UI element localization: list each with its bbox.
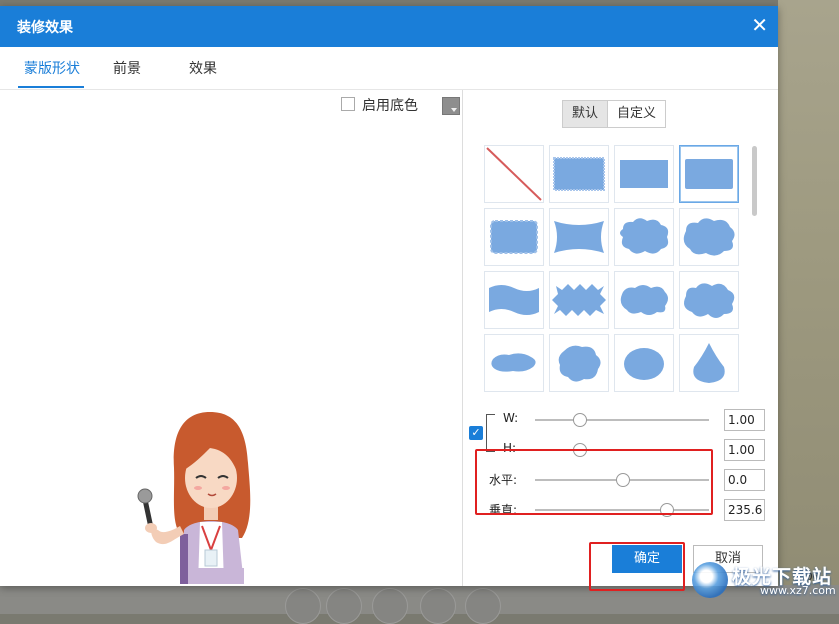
shape-cloud-1[interactable] (614, 208, 674, 266)
bgcolor-picker[interactable] (442, 97, 460, 115)
dialog-titlebar: 装修效果 ✕ (0, 6, 778, 47)
shape-rect-rough[interactable] (549, 145, 609, 203)
highlight-ok-box (589, 542, 685, 591)
shape-ellipse-soft[interactable] (614, 334, 674, 392)
preview-character-image (137, 412, 251, 584)
horizontal-value[interactable]: 0.0 (724, 469, 765, 491)
dialog-title: 装修效果 (17, 20, 73, 36)
shape-rect-stamp[interactable] (484, 208, 544, 266)
lock-ratio-checkbox[interactable]: ✓ (469, 426, 483, 440)
shape-ink-splash[interactable] (549, 334, 609, 392)
watermark-url: www.xz7.com (760, 584, 836, 597)
watermark: 极光下载站 www.xz7.com (692, 560, 836, 600)
width-slider[interactable] (535, 413, 709, 427)
decoration-effect-dialog: 装修效果 ✕ 蒙版形状 前景 效果 启用底色 默认 自定义 ✓ W: 1.00 … (0, 6, 778, 591)
tab-effect[interactable]: 效果 (189, 58, 217, 78)
shape-none[interactable] (484, 145, 544, 203)
background-forward-button (420, 588, 456, 624)
shape-grid-scrollbar[interactable] (752, 146, 757, 216)
shape-cloud-3[interactable] (614, 271, 674, 329)
tab-foreground[interactable]: 前景 (113, 58, 141, 78)
enable-bgcolor-label[interactable]: 启用底色 (362, 95, 418, 115)
shape-cloud-2[interactable] (679, 208, 739, 266)
shape-drop[interactable] (679, 334, 739, 392)
background-play-button (372, 588, 408, 624)
background-prev-button (285, 588, 321, 624)
shape-cloud-4[interactable] (679, 271, 739, 329)
active-tab-indicator (18, 86, 84, 88)
shape-rect-soft[interactable] (614, 145, 674, 203)
watermark-logo-icon (692, 562, 728, 598)
shape-rect-selected[interactable] (679, 145, 739, 203)
enable-bgcolor-checkbox[interactable] (341, 97, 355, 111)
highlight-position-box (475, 449, 713, 515)
segment-custom[interactable]: 自定义 (608, 101, 665, 127)
shape-panel: 默认 自定义 ✓ W: 1.00 H: 1.00 水平: 0.0 垂直: 235… (463, 90, 778, 591)
preview-area: 启用底色 (0, 90, 463, 586)
vertical-value[interactable]: 235.6 (724, 499, 765, 521)
width-slider-thumb[interactable] (572, 413, 587, 427)
tab-bar: 蒙版形状 前景 效果 (0, 47, 778, 90)
shape-source-toggle: 默认 自定义 (562, 100, 667, 128)
width-value[interactable]: 1.00 (724, 409, 765, 431)
background-canvas (778, 0, 839, 614)
shape-wave-banner[interactable] (484, 271, 544, 329)
height-value[interactable]: 1.00 (724, 439, 765, 461)
segment-default[interactable]: 默认 (563, 101, 609, 127)
background-rewind-button (326, 588, 362, 624)
close-icon[interactable]: ✕ (751, 14, 768, 36)
tab-mask-shape[interactable]: 蒙版形状 (24, 58, 80, 78)
lock-bracket (486, 414, 495, 452)
shape-ink-blot[interactable] (484, 334, 544, 392)
width-label: W: (503, 411, 519, 425)
background-next-button (465, 588, 501, 624)
shape-zigzag[interactable] (549, 271, 609, 329)
shape-rect-concave[interactable] (549, 208, 609, 266)
